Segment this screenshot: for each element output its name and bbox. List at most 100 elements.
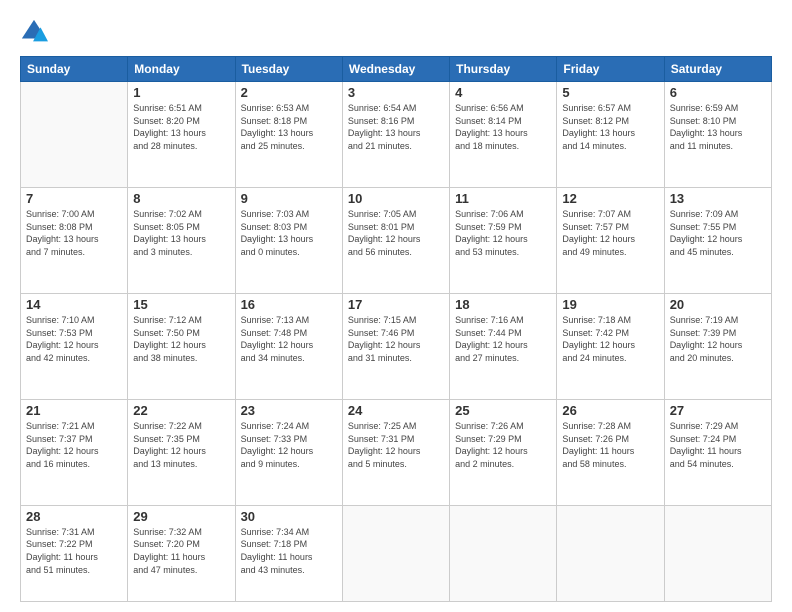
day-number: 26 <box>562 403 658 418</box>
day-number: 29 <box>133 509 229 524</box>
cell-info: Sunrise: 6:54 AM Sunset: 8:16 PM Dayligh… <box>348 102 444 152</box>
table-row: 30 Sunrise: 7:34 AM Sunset: 7:18 PM Dayli… <box>235 505 342 601</box>
day-number: 23 <box>241 403 337 418</box>
day-number: 15 <box>133 297 229 312</box>
table-row: 21 Sunrise: 7:21 AM Sunset: 7:37 PM Dayli… <box>21 399 128 505</box>
calendar-table: SundayMondayTuesdayWednesdayThursdayFrid… <box>20 56 772 602</box>
table-row: 4 Sunrise: 6:56 AM Sunset: 8:14 PM Daylig… <box>450 82 557 188</box>
day-number: 5 <box>562 85 658 100</box>
day-header-thursday: Thursday <box>450 57 557 82</box>
day-number: 17 <box>348 297 444 312</box>
cell-info: Sunrise: 6:56 AM Sunset: 8:14 PM Dayligh… <box>455 102 551 152</box>
day-number: 1 <box>133 85 229 100</box>
cell-info: Sunrise: 7:29 AM Sunset: 7:24 PM Dayligh… <box>670 420 766 470</box>
day-number: 4 <box>455 85 551 100</box>
day-number: 16 <box>241 297 337 312</box>
table-row <box>21 82 128 188</box>
cell-info: Sunrise: 7:21 AM Sunset: 7:37 PM Dayligh… <box>26 420 122 470</box>
cell-info: Sunrise: 7:07 AM Sunset: 7:57 PM Dayligh… <box>562 208 658 258</box>
day-number: 8 <box>133 191 229 206</box>
table-row: 8 Sunrise: 7:02 AM Sunset: 8:05 PM Daylig… <box>128 187 235 293</box>
cell-info: Sunrise: 7:28 AM Sunset: 7:26 PM Dayligh… <box>562 420 658 470</box>
day-number: 7 <box>26 191 122 206</box>
cell-info: Sunrise: 6:59 AM Sunset: 8:10 PM Dayligh… <box>670 102 766 152</box>
day-number: 22 <box>133 403 229 418</box>
table-row: 6Sunrise: 6:59 AM Sunset: 8:10 PM Daylig… <box>664 82 771 188</box>
cell-info: Sunrise: 7:09 AM Sunset: 7:55 PM Dayligh… <box>670 208 766 258</box>
table-row: 5 Sunrise: 6:57 AM Sunset: 8:12 PM Daylig… <box>557 82 664 188</box>
table-row: 14Sunrise: 7:10 AM Sunset: 7:53 PM Dayli… <box>21 293 128 399</box>
day-header-saturday: Saturday <box>664 57 771 82</box>
table-row: 11 Sunrise: 7:06 AM Sunset: 7:59 PM Dayli… <box>450 187 557 293</box>
cell-info: Sunrise: 6:51 AM Sunset: 8:20 PM Dayligh… <box>133 102 229 152</box>
cell-info: Sunrise: 7:31 AM Sunset: 7:22 PM Dayligh… <box>26 526 122 576</box>
cell-info: Sunrise: 7:15 AM Sunset: 7:46 PM Dayligh… <box>348 314 444 364</box>
header <box>20 18 772 46</box>
cell-info: Sunrise: 7:25 AM Sunset: 7:31 PM Dayligh… <box>348 420 444 470</box>
table-row: 22Sunrise: 7:22 AM Sunset: 7:35 PM Dayli… <box>128 399 235 505</box>
cell-info: Sunrise: 7:18 AM Sunset: 7:42 PM Dayligh… <box>562 314 658 364</box>
logo-icon <box>20 18 48 46</box>
cell-info: Sunrise: 7:24 AM Sunset: 7:33 PM Dayligh… <box>241 420 337 470</box>
table-row: 3 Sunrise: 6:54 AM Sunset: 8:16 PM Daylig… <box>342 82 449 188</box>
table-row <box>342 505 449 601</box>
cell-info: Sunrise: 6:57 AM Sunset: 8:12 PM Dayligh… <box>562 102 658 152</box>
day-header-monday: Monday <box>128 57 235 82</box>
table-row: 17 Sunrise: 7:15 AM Sunset: 7:46 PM Dayli… <box>342 293 449 399</box>
table-row: 19 Sunrise: 7:18 AM Sunset: 7:42 PM Dayli… <box>557 293 664 399</box>
cell-info: Sunrise: 7:19 AM Sunset: 7:39 PM Dayligh… <box>670 314 766 364</box>
table-row: 20 Sunrise: 7:19 AM Sunset: 7:39 PM Dayli… <box>664 293 771 399</box>
table-row: 7 Sunrise: 7:00 AM Sunset: 8:08 PM Daylig… <box>21 187 128 293</box>
table-row: 27 Sunrise: 7:29 AM Sunset: 7:24 PM Dayli… <box>664 399 771 505</box>
day-number: 18 <box>455 297 551 312</box>
day-number: 10 <box>348 191 444 206</box>
cell-info: Sunrise: 7:32 AM Sunset: 7:20 PM Dayligh… <box>133 526 229 576</box>
table-row: 12 Sunrise: 7:07 AM Sunset: 7:57 PM Dayli… <box>557 187 664 293</box>
table-row: 28Sunrise: 7:31 AM Sunset: 7:22 PM Dayli… <box>21 505 128 601</box>
table-row <box>664 505 771 601</box>
day-header-tuesday: Tuesday <box>235 57 342 82</box>
table-row: 29 Sunrise: 7:32 AM Sunset: 7:20 PM Dayli… <box>128 505 235 601</box>
day-number: 2 <box>241 85 337 100</box>
cell-info: Sunrise: 7:06 AM Sunset: 7:59 PM Dayligh… <box>455 208 551 258</box>
table-row: 10 Sunrise: 7:05 AM Sunset: 8:01 PM Dayli… <box>342 187 449 293</box>
cell-info: Sunrise: 7:16 AM Sunset: 7:44 PM Dayligh… <box>455 314 551 364</box>
calendar-header-row: SundayMondayTuesdayWednesdayThursdayFrid… <box>21 57 772 82</box>
day-number: 3 <box>348 85 444 100</box>
cell-info: Sunrise: 7:02 AM Sunset: 8:05 PM Dayligh… <box>133 208 229 258</box>
cell-info: Sunrise: 7:34 AM Sunset: 7:18 PM Dayligh… <box>241 526 337 576</box>
day-header-wednesday: Wednesday <box>342 57 449 82</box>
cell-info: Sunrise: 7:13 AM Sunset: 7:48 PM Dayligh… <box>241 314 337 364</box>
cell-info: Sunrise: 7:26 AM Sunset: 7:29 PM Dayligh… <box>455 420 551 470</box>
day-number: 19 <box>562 297 658 312</box>
cell-info: Sunrise: 7:05 AM Sunset: 8:01 PM Dayligh… <box>348 208 444 258</box>
table-row: 16 Sunrise: 7:13 AM Sunset: 7:48 PM Dayli… <box>235 293 342 399</box>
day-header-sunday: Sunday <box>21 57 128 82</box>
logo <box>20 18 52 46</box>
calendar-week-2: 7 Sunrise: 7:00 AM Sunset: 8:08 PM Daylig… <box>21 187 772 293</box>
day-number: 30 <box>241 509 337 524</box>
table-row: 13 Sunrise: 7:09 AM Sunset: 7:55 PM Dayli… <box>664 187 771 293</box>
day-number: 20 <box>670 297 766 312</box>
day-number: 21 <box>26 403 122 418</box>
table-row <box>450 505 557 601</box>
cell-info: Sunrise: 7:10 AM Sunset: 7:53 PM Dayligh… <box>26 314 122 364</box>
table-row: 26 Sunrise: 7:28 AM Sunset: 7:26 PM Dayli… <box>557 399 664 505</box>
day-number: 13 <box>670 191 766 206</box>
calendar-week-1: 1 Sunrise: 6:51 AM Sunset: 8:20 PM Daylig… <box>21 82 772 188</box>
cell-info: Sunrise: 7:03 AM Sunset: 8:03 PM Dayligh… <box>241 208 337 258</box>
day-header-friday: Friday <box>557 57 664 82</box>
calendar-week-3: 14Sunrise: 7:10 AM Sunset: 7:53 PM Dayli… <box>21 293 772 399</box>
day-number: 24 <box>348 403 444 418</box>
day-number: 27 <box>670 403 766 418</box>
day-number: 9 <box>241 191 337 206</box>
table-row: 1 Sunrise: 6:51 AM Sunset: 8:20 PM Daylig… <box>128 82 235 188</box>
day-number: 11 <box>455 191 551 206</box>
calendar-week-5: 28Sunrise: 7:31 AM Sunset: 7:22 PM Dayli… <box>21 505 772 601</box>
cell-info: Sunrise: 7:00 AM Sunset: 8:08 PM Dayligh… <box>26 208 122 258</box>
calendar-week-4: 21 Sunrise: 7:21 AM Sunset: 7:37 PM Dayli… <box>21 399 772 505</box>
table-row: 18 Sunrise: 7:16 AM Sunset: 7:44 PM Dayli… <box>450 293 557 399</box>
table-row: 23 Sunrise: 7:24 AM Sunset: 7:33 PM Dayli… <box>235 399 342 505</box>
day-number: 12 <box>562 191 658 206</box>
table-row <box>557 505 664 601</box>
